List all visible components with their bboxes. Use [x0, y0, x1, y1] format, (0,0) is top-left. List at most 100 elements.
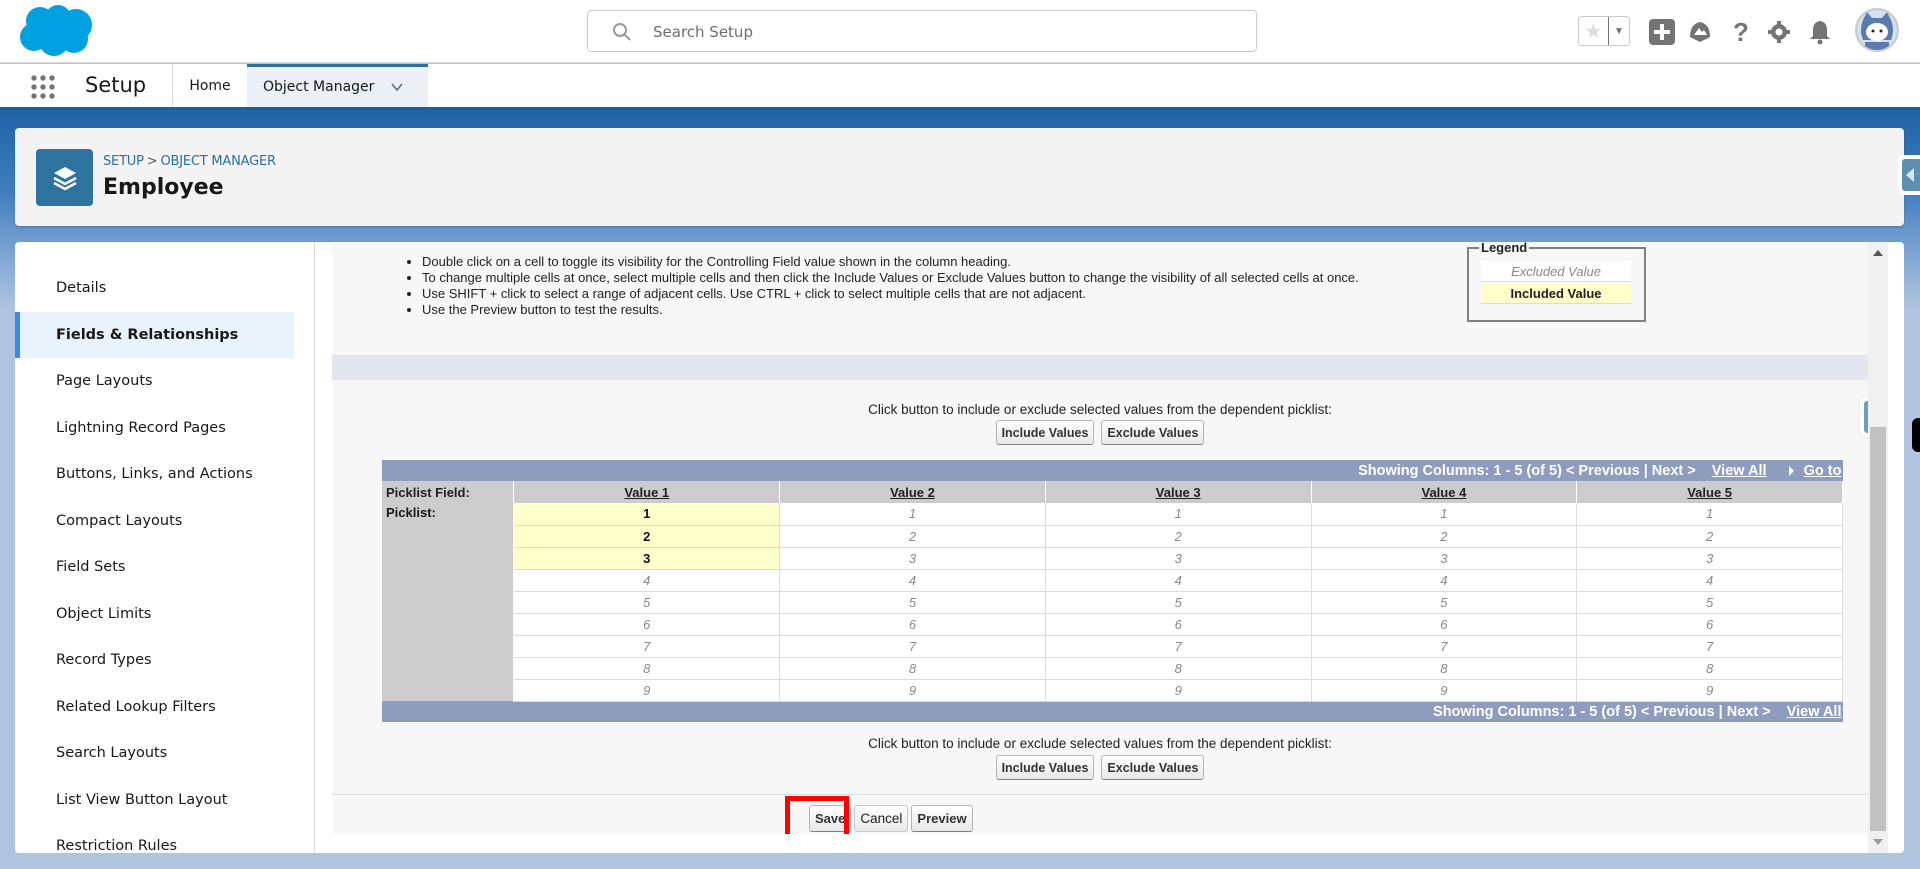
- matrix-cell-excluded[interactable]: 2: [1311, 525, 1578, 548]
- matrix-cell-excluded[interactable]: 8: [513, 657, 781, 680]
- column-header[interactable]: Value 1: [513, 481, 781, 503]
- trailhead-icon[interactable]: [1686, 18, 1714, 46]
- matrix-cell-excluded[interactable]: 9: [1045, 679, 1312, 702]
- matrix-cell-excluded[interactable]: 6: [779, 613, 1046, 636]
- field-dependency-editor: Double click on a cell to toggle its vis…: [332, 242, 1868, 853]
- matrix-cell-excluded[interactable]: 3: [1311, 547, 1578, 570]
- matrix-cell-excluded[interactable]: 9: [1576, 679, 1843, 702]
- matrix-cell-excluded[interactable]: 7: [1311, 635, 1578, 658]
- matrix-cell-excluded[interactable]: 2: [1576, 525, 1843, 548]
- go-to-link[interactable]: Go to: [1804, 463, 1842, 479]
- favorites-star-icon[interactable]: ★: [1579, 17, 1609, 45]
- matrix-cell-excluded[interactable]: 5: [779, 591, 1046, 614]
- chevron-down-icon[interactable]: [390, 80, 404, 94]
- matrix-row: 55555: [382, 591, 1843, 614]
- setup-gear-icon[interactable]: [1765, 18, 1793, 46]
- matrix-cell-excluded[interactable]: 7: [513, 635, 781, 658]
- include-values-button[interactable]: Include Values: [995, 420, 1095, 445]
- matrix-cell-excluded[interactable]: 1: [1576, 503, 1843, 526]
- preview-button[interactable]: Preview: [911, 805, 973, 832]
- matrix-cell-excluded[interactable]: 2: [1045, 525, 1312, 548]
- matrix-cell-excluded[interactable]: 7: [1045, 635, 1312, 658]
- matrix-cell-excluded[interactable]: 6: [513, 613, 781, 636]
- sidebar-item-record-types[interactable]: Record Types: [15, 637, 294, 683]
- matrix-cell-excluded[interactable]: 1: [1311, 503, 1578, 526]
- matrix-cell-included[interactable]: 3: [513, 547, 781, 570]
- sidebar-item-list-view-button-layout[interactable]: List View Button Layout: [15, 777, 294, 823]
- sidebar-item-related-lookup-filters[interactable]: Related Lookup Filters: [15, 684, 294, 730]
- global-actions-plus-icon[interactable]: [1648, 18, 1676, 46]
- column-header[interactable]: Value 5: [1576, 481, 1843, 503]
- matrix-cell-excluded[interactable]: 5: [1045, 591, 1312, 614]
- matrix-cell-excluded[interactable]: 8: [1576, 657, 1843, 680]
- sidebar-item-lightning-record-pages[interactable]: Lightning Record Pages: [15, 405, 294, 451]
- scrollbar-thumb[interactable]: [1870, 427, 1886, 831]
- exclude-values-button[interactable]: Exclude Values: [1101, 755, 1205, 780]
- matrix-cell-excluded[interactable]: 6: [1311, 613, 1578, 636]
- sidebar-item-fields-relationships[interactable]: Fields & Relationships: [15, 311, 294, 358]
- sidebar-item-object-limits[interactable]: Object Limits: [15, 591, 294, 637]
- view-all-link[interactable]: View All: [1787, 704, 1842, 720]
- matrix-cell-excluded[interactable]: 8: [779, 657, 1046, 680]
- matrix-cell-excluded[interactable]: 8: [1045, 657, 1312, 680]
- scroll-down-arrow-icon[interactable]: [1873, 839, 1883, 845]
- app-launcher-icon[interactable]: [30, 74, 56, 100]
- matrix-cell-included[interactable]: 2: [513, 525, 781, 548]
- exclude-values-button[interactable]: Exclude Values: [1101, 420, 1205, 445]
- sidebar-item-field-sets[interactable]: Field Sets: [15, 544, 294, 590]
- object-layers-icon: [36, 149, 93, 206]
- matrix-cell-excluded[interactable]: 9: [779, 679, 1046, 702]
- matrix-cell-excluded[interactable]: 5: [1311, 591, 1578, 614]
- matrix-cell-excluded[interactable]: 1: [1045, 503, 1312, 526]
- matrix-cell-excluded[interactable]: 5: [513, 591, 781, 614]
- matrix-cell-excluded[interactable]: 4: [779, 569, 1046, 592]
- column-header[interactable]: Value 2: [779, 481, 1046, 503]
- favorites-dropdown-icon[interactable]: ▼: [1609, 17, 1629, 45]
- sidebar-item-compact-layouts[interactable]: Compact Layouts: [15, 498, 294, 544]
- footer-divider: [332, 794, 1868, 795]
- matrix-cell-excluded[interactable]: 3: [1576, 547, 1843, 570]
- matrix-cell-excluded[interactable]: 2: [779, 525, 1046, 548]
- search-setup-input[interactable]: Search Setup: [587, 10, 1257, 52]
- collapse-panel-tab[interactable]: [1898, 155, 1920, 195]
- sidebar-item-page-layouts[interactable]: Page Layouts: [15, 358, 294, 404]
- sidebar-item-buttons-links-and-actions[interactable]: Buttons, Links, and Actions: [15, 451, 294, 497]
- matrix-cell-excluded[interactable]: 7: [779, 635, 1046, 658]
- view-all-link[interactable]: View All: [1712, 463, 1767, 479]
- matrix-cell-excluded[interactable]: 6: [1045, 613, 1312, 636]
- matrix-cell-excluded[interactable]: 5: [1576, 591, 1843, 614]
- matrix-cell-excluded[interactable]: 9: [1311, 679, 1578, 702]
- matrix-cell-excluded[interactable]: 7: [1576, 635, 1843, 658]
- column-header[interactable]: Value 4: [1311, 481, 1578, 503]
- cancel-button[interactable]: Cancel: [854, 805, 909, 832]
- nav-tab-home[interactable]: Home: [172, 64, 247, 107]
- matrix-cell-excluded[interactable]: 4: [1576, 569, 1843, 592]
- content-scrollbar[interactable]: [1868, 242, 1888, 853]
- include-values-button[interactable]: Include Values: [995, 755, 1095, 780]
- scroll-up-arrow-icon[interactable]: [1873, 250, 1883, 256]
- notifications-bell-icon[interactable]: [1806, 18, 1834, 46]
- matrix-cell-included[interactable]: 1: [513, 503, 781, 526]
- matrix-cell-excluded[interactable]: 4: [1311, 569, 1578, 592]
- matrix-cell-excluded[interactable]: 4: [513, 569, 781, 592]
- edge-handle[interactable]: [1912, 418, 1920, 452]
- sidebar-item-search-layouts[interactable]: Search Layouts: [15, 730, 294, 776]
- sidebar-item-details[interactable]: Details: [15, 265, 294, 311]
- matrix-cell-excluded[interactable]: 1: [779, 503, 1046, 526]
- user-avatar[interactable]: [1855, 8, 1899, 52]
- matrix-cell-excluded[interactable]: 9: [513, 679, 781, 702]
- breadcrumb-setup[interactable]: SETUP: [103, 154, 144, 169]
- matrix-cell-excluded[interactable]: 8: [1311, 657, 1578, 680]
- column-header-label: Value 4: [1421, 484, 1467, 500]
- sidebar-item-restriction-rules[interactable]: Restriction Rules: [15, 823, 294, 853]
- help-icon[interactable]: ?: [1727, 17, 1755, 47]
- nav-tab-object-manager[interactable]: Object Manager: [247, 64, 428, 107]
- matrix-cell-excluded[interactable]: 4: [1045, 569, 1312, 592]
- include-exclude-hint-top: Click button to include or exclude selec…: [868, 402, 1332, 417]
- matrix-cell-excluded[interactable]: 6: [1576, 613, 1843, 636]
- salesforce-cloud-logo[interactable]: [18, 5, 94, 57]
- column-header[interactable]: Value 3: [1045, 481, 1312, 503]
- matrix-cell-excluded[interactable]: 3: [1045, 547, 1312, 570]
- breadcrumb-object-manager[interactable]: OBJECT MANAGER: [160, 154, 276, 169]
- matrix-cell-excluded[interactable]: 3: [779, 547, 1046, 570]
